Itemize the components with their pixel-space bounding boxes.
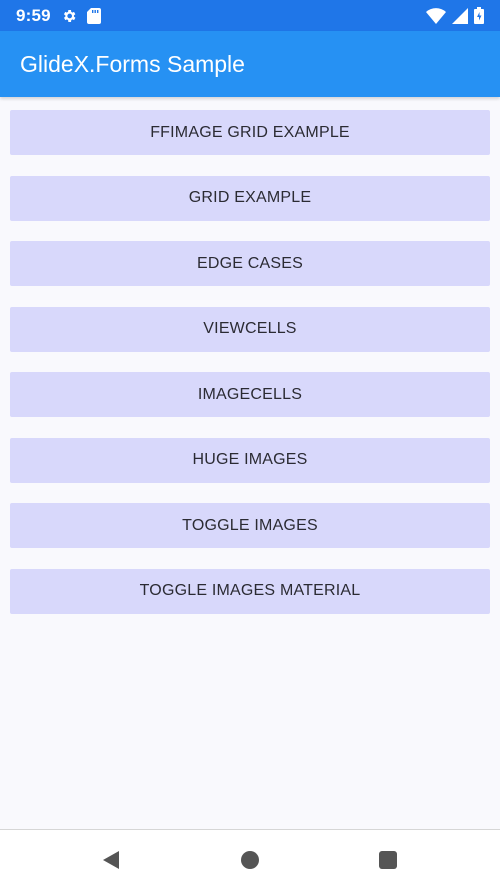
viewcells-button[interactable]: VIEWCELLS xyxy=(10,306,490,352)
imagecells-button[interactable]: IMAGECELLS xyxy=(10,372,490,417)
navigation-bar xyxy=(0,829,500,888)
status-time: 9:59 xyxy=(16,5,51,25)
status-left: 9:59 xyxy=(16,6,101,26)
grid-example-button[interactable]: GRID EXAMPLE xyxy=(10,175,490,221)
back-icon[interactable] xyxy=(99,848,123,872)
sd-card-icon xyxy=(86,7,101,24)
app-title: GlideX.Forms Sample xyxy=(20,50,245,77)
home-icon[interactable] xyxy=(238,848,262,872)
menu-list: FFIMAGE GRID EXAMPLE GRID EXAMPLE EDGE C… xyxy=(10,110,490,634)
toggle-images-material-button[interactable]: TOGGLE IMAGES MATERIAL xyxy=(10,568,490,614)
gear-icon xyxy=(61,8,77,24)
status-right xyxy=(426,7,484,24)
app-bar: GlideX.Forms Sample xyxy=(0,31,500,97)
ffimage-grid-example-button[interactable]: FFIMAGE GRID EXAMPLE xyxy=(10,110,490,155)
signal-icon xyxy=(452,7,468,24)
edge-cases-button[interactable]: EDGE CASES xyxy=(10,241,490,286)
battery-icon xyxy=(474,7,484,24)
huge-images-button[interactable]: HUGE IMAGES xyxy=(10,437,490,483)
status-bar: 9:59 xyxy=(0,0,500,31)
recents-icon[interactable] xyxy=(376,848,400,872)
toggle-images-button[interactable]: TOGGLE IMAGES xyxy=(10,503,490,548)
wifi-icon xyxy=(426,7,446,24)
